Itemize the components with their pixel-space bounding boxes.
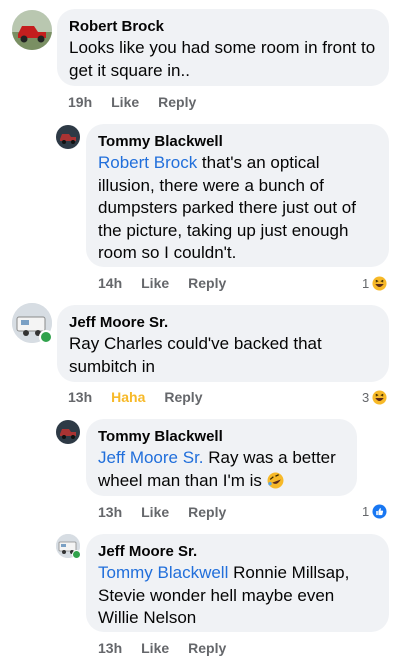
comment-bubble: Robert Brock Looks like you had some roo… — [57, 9, 389, 86]
reply-button[interactable]: Reply — [164, 389, 202, 405]
comment-actions: 14h Like Reply — [98, 273, 226, 293]
comment-actions: 13h Like Reply — [98, 502, 226, 522]
rolling-laughing-emoji-icon — [267, 472, 284, 488]
like-button[interactable]: Like — [141, 640, 169, 656]
truck-avatar-icon — [56, 125, 80, 149]
like-button[interactable]: Like — [141, 275, 169, 291]
reply-button[interactable]: Reply — [188, 504, 226, 520]
timestamp[interactable]: 14h — [98, 275, 122, 291]
comment-author[interactable]: Tommy Blackwell — [98, 427, 345, 447]
comment-bubble: Jeff Moore Sr. Ray Charles could've back… — [57, 305, 389, 382]
comment-text: Tommy Blackwell Ronnie Millsap, Stevie w… — [98, 562, 377, 630]
reply-button[interactable]: Reply — [188, 275, 226, 291]
truck-avatar-icon — [56, 420, 80, 444]
comment-actions: 13h Like Reply — [98, 638, 226, 658]
like-thumb-icon — [372, 503, 387, 519]
reaction-count: 3 — [362, 389, 370, 405]
like-button[interactable]: Like — [111, 94, 139, 110]
online-status-indicator — [72, 550, 81, 559]
reply-button[interactable]: Reply — [188, 640, 226, 656]
avatar-robert-brock[interactable] — [12, 10, 52, 50]
red-truck-avatar-icon — [12, 10, 52, 50]
avatar-tommy-blackwell[interactable] — [56, 125, 80, 149]
reaction-summary[interactable]: 3 — [362, 387, 387, 407]
timestamp[interactable]: 19h — [68, 94, 92, 110]
avatar-tommy-blackwell[interactable] — [56, 420, 80, 444]
comment-actions: 19h Like Reply — [68, 92, 196, 112]
timestamp[interactable]: 13h — [68, 389, 92, 405]
reaction-summary[interactable]: 1 — [362, 501, 387, 521]
like-button[interactable]: Like — [141, 504, 169, 520]
mention-link[interactable]: Jeff Moore Sr. — [98, 448, 204, 467]
comment-actions: 13h Haha Reply — [68, 387, 202, 407]
haha-reaction-button[interactable]: Haha — [111, 389, 145, 405]
haha-emoji-icon — [372, 389, 387, 405]
mention-link[interactable]: Robert Brock — [98, 153, 197, 172]
reaction-count: 1 — [362, 275, 370, 291]
reaction-count: 1 — [362, 503, 370, 519]
comment-text: Robert Brock that's an optical illusion,… — [98, 152, 377, 265]
comment-author[interactable]: Robert Brock — [69, 17, 377, 37]
comment-author[interactable]: Jeff Moore Sr. — [69, 313, 377, 333]
reaction-summary[interactable]: 1 — [362, 273, 387, 293]
comment-text: Jeff Moore Sr. Ray was a better wheel ma… — [98, 447, 345, 492]
timestamp[interactable]: 13h — [98, 640, 122, 656]
comment-bubble: Jeff Moore Sr. Tommy Blackwell Ronnie Mi… — [86, 534, 389, 632]
comment-author[interactable]: Jeff Moore Sr. — [98, 542, 377, 562]
comment-text: Ray Charles could've backed that sumbitc… — [69, 334, 322, 376]
timestamp[interactable]: 13h — [98, 504, 122, 520]
mention-link[interactable]: Tommy Blackwell — [98, 563, 228, 582]
comment-bubble: Tommy Blackwell Robert Brock that's an o… — [86, 124, 389, 267]
comment-text: Looks like you had some room in front to… — [69, 38, 376, 80]
online-status-indicator — [39, 330, 53, 344]
comment-bubble: Tommy Blackwell Jeff Moore Sr. Ray was a… — [86, 419, 357, 496]
comment-author[interactable]: Tommy Blackwell — [98, 132, 377, 152]
reply-button[interactable]: Reply — [158, 94, 196, 110]
haha-emoji-icon — [372, 275, 387, 291]
